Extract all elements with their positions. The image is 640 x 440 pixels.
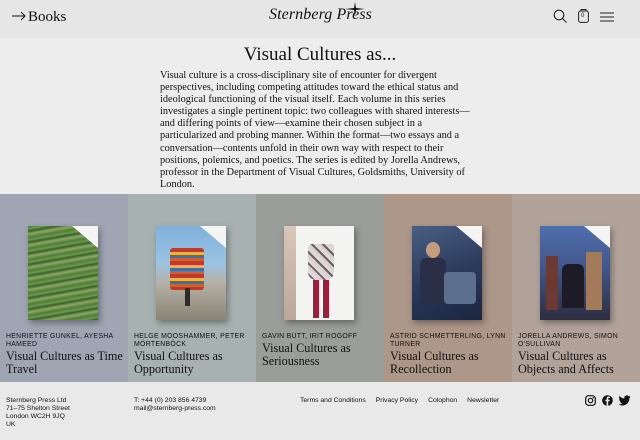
address-line: Sternberg Press Ltd (6, 397, 67, 404)
back-label: Books (28, 9, 67, 25)
instagram-icon[interactable] (585, 395, 596, 409)
book-cover (284, 226, 354, 320)
book-cover (156, 226, 226, 320)
footer-link-newsletter[interactable]: Newsletter (467, 397, 499, 405)
book-title: Visual Cultures as Opportunity (134, 349, 223, 376)
book-title: Visual Cultures as Objects and Affects (518, 349, 614, 376)
footer-links: Terms and Conditions Privacy Policy Colo… (300, 397, 499, 405)
twitter-icon[interactable] (618, 395, 631, 409)
footer-phone[interactable]: T: +44 (0) 203 856 4739 (134, 397, 244, 405)
book-authors: Jorella Andrews, Simon O'Sullivan (518, 333, 619, 349)
book-title: Visual Cultures as Time Travel (6, 349, 123, 376)
facebook-icon[interactable] (602, 395, 613, 409)
book-cover (28, 226, 98, 320)
social-links (585, 395, 631, 409)
menu-icon[interactable] (600, 9, 614, 27)
address-line: 71–75 Shelton Street (6, 405, 70, 412)
book-card-objects-and-affects[interactable]: Jorella Andrews, Simon O'Sullivan Visual… (512, 194, 640, 382)
site-logo[interactable]: Sternberg Press (269, 2, 372, 24)
search-icon[interactable] (553, 9, 567, 28)
series-description: Visual culture is a cross-disciplinary s… (160, 70, 470, 190)
star-icon (345, 2, 365, 20)
book-card-recollection[interactable]: Astrid Schmetterling, Lynn Turner Visual… (384, 194, 512, 382)
footer-link-terms[interactable]: Terms and Conditions (300, 397, 366, 405)
book-card-seriousness[interactable]: Gavin Butt, Irit Rogoff Visual Cultures … (256, 194, 384, 382)
site-footer: Sternberg Press Ltd 71–75 Shelton Street… (0, 382, 640, 440)
book-cover (412, 226, 482, 320)
address-line: UK (6, 421, 16, 428)
footer-address: Sternberg Press Ltd 71–75 Shelton Street… (6, 397, 96, 429)
book-card-opportunity[interactable]: Helge Mooshammer, Peter Mörtenböck Visua… (128, 194, 256, 382)
back-to-books-link[interactable]: Books (12, 9, 66, 26)
book-authors: Astrid Schmetterling, Lynn Turner (390, 333, 506, 349)
book-authors: Henriette Gunkel, Ayesha Hameed (6, 333, 114, 349)
book-cover (540, 226, 610, 320)
book-title: Visual Cultures as Seriousness (262, 341, 351, 368)
book-grid: Henriette Gunkel, Ayesha Hameed Visual C… (0, 194, 640, 382)
arrow-right-icon (12, 9, 26, 26)
footer-contact: T: +44 (0) 203 856 4739 mail@sternberg-p… (134, 397, 244, 413)
book-card-time-travel[interactable]: Henriette Gunkel, Ayesha Hameed Visual C… (0, 194, 128, 382)
address-line: London WC2H 9JQ (6, 413, 65, 420)
cart-icon[interactable]: 0 (578, 8, 589, 28)
footer-link-colophon[interactable]: Colophon (428, 397, 457, 405)
cart-count: 0 (581, 13, 585, 19)
page-title: Visual Cultures as... (243, 44, 397, 65)
footer-link-privacy[interactable]: Privacy Policy (376, 397, 418, 405)
footer-email[interactable]: mail@sternberg-press.com (134, 405, 244, 413)
book-title: Visual Cultures as Recollection (390, 349, 479, 376)
site-header: Books Sternberg Press 0 (0, 0, 640, 38)
book-authors: Helge Mooshammer, Peter Mörtenböck (134, 333, 245, 349)
